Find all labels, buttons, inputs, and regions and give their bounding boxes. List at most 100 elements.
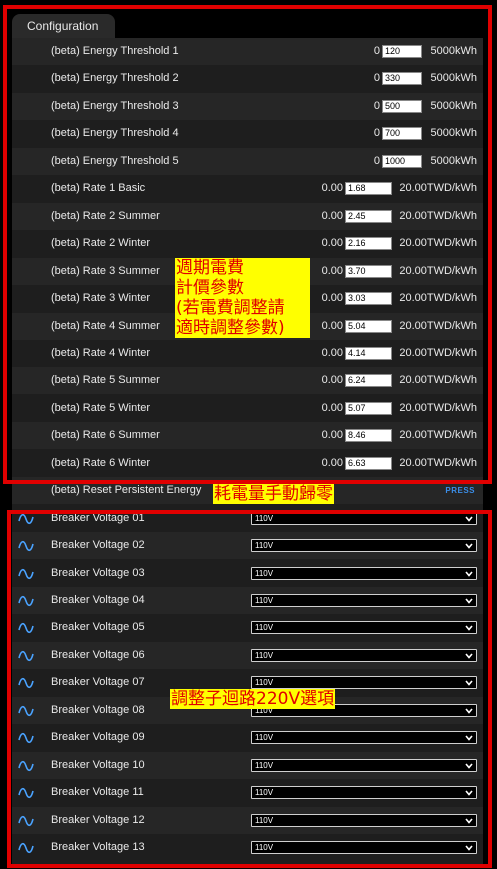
sine-wave-icon bbox=[18, 650, 34, 661]
rate-input[interactable]: 3.70 bbox=[345, 264, 392, 278]
setting-label: (beta) Rate 2 Summer bbox=[51, 209, 160, 222]
breaker-row: Breaker Voltage 11 110V bbox=[12, 779, 483, 806]
sine-wave-icon bbox=[18, 733, 34, 744]
chevron-down-icon bbox=[465, 543, 473, 549]
chevron-down-icon bbox=[465, 708, 473, 714]
setting-label: Breaker Voltage 06 bbox=[51, 648, 145, 661]
max-value: 20.00TWD/kWh bbox=[399, 429, 477, 442]
selected-value: 110V bbox=[255, 596, 274, 605]
sine-wave-icon bbox=[18, 595, 34, 607]
rates-annotation-line: 週期電費 bbox=[176, 258, 244, 278]
setting-label: Breaker Voltage 02 bbox=[51, 539, 145, 552]
setting-label: (beta) Energy Threshold 1 bbox=[51, 45, 179, 57]
setting-label: Breaker Voltage 01 bbox=[51, 511, 145, 524]
sine-wave-icon bbox=[18, 623, 34, 634]
breaker-voltage-select[interactable]: 110V bbox=[251, 841, 477, 855]
chevron-down-icon bbox=[465, 790, 473, 796]
breaker-voltage-select[interactable]: 110V bbox=[251, 813, 477, 827]
min-value: 0.00 bbox=[321, 374, 343, 387]
tab-configuration[interactable]: Configuration bbox=[12, 14, 115, 38]
rate-row: (beta) Rate 2 Summer 0.00 2.45 20.00TWD/kWh bbox=[12, 202, 483, 230]
chevron-down-icon bbox=[465, 625, 473, 632]
breaker-voltage-select[interactable]: 110V bbox=[251, 676, 477, 690]
breaker-voltage-select[interactable]: 110V bbox=[251, 648, 477, 662]
breaker-row: Breaker Voltage 13 110V bbox=[12, 834, 483, 861]
breaker-voltage-select[interactable]: 110V bbox=[251, 731, 477, 745]
max-value: 5000kWh bbox=[430, 154, 477, 167]
sine-wave-icon bbox=[18, 541, 34, 552]
setting-label: Breaker Voltage 05 bbox=[51, 621, 145, 634]
threshold-input[interactable]: 700 bbox=[382, 127, 422, 141]
sine-wave-icon bbox=[18, 568, 34, 579]
chevron-down-icon bbox=[465, 571, 473, 577]
rate-input[interactable]: 8.46 bbox=[345, 429, 392, 443]
max-value: 20.00TWD/kWh bbox=[399, 346, 477, 359]
threshold-row: (beta) Energy Threshold 1 0 120 5000kWh bbox=[12, 38, 483, 65]
setting-label: (beta) Rate 5 Summer bbox=[51, 374, 160, 387]
setting-label: (beta) Rate 4 Winter bbox=[51, 346, 151, 359]
max-value: 20.00TWD/kWh bbox=[399, 292, 477, 305]
rates-annotation: 週期電費 計價參數 (若電費調整請 適時調整參數) bbox=[175, 258, 310, 338]
setting-label: (beta) Rate 1 Basic bbox=[51, 182, 146, 195]
sine-wave-icon bbox=[18, 815, 34, 826]
rate-input[interactable]: 1.68 bbox=[345, 182, 392, 196]
setting-label: (beta) Energy Threshold 2 bbox=[51, 72, 179, 85]
sine-wave-icon bbox=[18, 760, 34, 771]
threshold-row: (beta) Energy Threshold 2 0 330 5000kWh bbox=[12, 65, 483, 92]
breaker-row: Breaker Voltage 09 110V bbox=[12, 724, 483, 751]
breaker-row: Breaker Voltage 01 110V bbox=[12, 505, 483, 532]
max-value: 20.00TWD/kWh bbox=[399, 209, 477, 222]
max-value: 5000kWh bbox=[430, 45, 477, 57]
min-value: 0.00 bbox=[321, 401, 343, 414]
setting-label: (beta) Rate 5 Winter bbox=[51, 401, 151, 414]
rate-input[interactable]: 4.14 bbox=[345, 346, 392, 360]
breaker-annotation: 調整子迴路220V選項 bbox=[170, 689, 336, 709]
rate-input[interactable]: 6.63 bbox=[345, 456, 392, 470]
max-value: 20.00TWD/kWh bbox=[399, 374, 477, 387]
min-value: 0.00 bbox=[321, 182, 343, 195]
sine-wave-icon bbox=[18, 788, 34, 799]
breaker-voltage-select[interactable]: 110V bbox=[251, 511, 477, 525]
chevron-down-icon bbox=[465, 763, 473, 769]
rate-input[interactable]: 2.45 bbox=[345, 209, 392, 223]
rate-input[interactable]: 3.03 bbox=[345, 292, 392, 306]
chevron-down-icon bbox=[465, 845, 473, 851]
threshold-input[interactable]: 500 bbox=[382, 99, 422, 113]
selected-value: 110V bbox=[255, 541, 274, 551]
max-value: 20.00TWD/kWh bbox=[399, 182, 477, 195]
breaker-voltage-select[interactable]: 110V bbox=[251, 594, 477, 607]
min-value: 0.00 bbox=[321, 264, 343, 277]
rates-annotation-line: 適時調整參數) bbox=[176, 318, 285, 338]
max-value: 5000kWh bbox=[430, 127, 477, 140]
breaker-row: Breaker Voltage 03 110V bbox=[12, 560, 483, 587]
breaker-voltage-select[interactable]: 110V bbox=[251, 786, 477, 800]
threshold-input[interactable]: 330 bbox=[382, 72, 422, 86]
rates-annotation-line: 計價參數 bbox=[176, 278, 244, 298]
min-value: 0.00 bbox=[321, 237, 343, 250]
selected-value: 110V bbox=[255, 513, 274, 523]
breaker-voltage-select[interactable]: 110V bbox=[251, 539, 477, 553]
threshold-row: (beta) Energy Threshold 4 0 700 5000kWh bbox=[12, 120, 483, 147]
selected-value: 110V bbox=[255, 760, 274, 770]
selected-value: 110V bbox=[255, 623, 274, 633]
setting-label: (beta) Energy Threshold 3 bbox=[51, 99, 179, 112]
sine-wave-icon bbox=[18, 842, 34, 854]
rate-input[interactable]: 6.24 bbox=[345, 374, 392, 388]
chevron-down-icon bbox=[465, 680, 473, 687]
max-value: 20.00TWD/kWh bbox=[399, 237, 477, 250]
rates-annotation-line: (若電費調整請 bbox=[176, 298, 285, 318]
breaker-voltage-select[interactable]: 110V bbox=[251, 758, 477, 772]
threshold-input[interactable]: 120 bbox=[382, 45, 422, 58]
threshold-input[interactable]: 1000 bbox=[382, 154, 422, 168]
selected-value: 110V bbox=[255, 788, 274, 798]
breaker-voltage-select[interactable]: 110V bbox=[251, 621, 477, 635]
sine-wave-icon bbox=[18, 513, 34, 524]
selected-value: 110V bbox=[255, 733, 274, 743]
rate-input[interactable]: 2.16 bbox=[345, 237, 392, 251]
rate-input[interactable]: 5.04 bbox=[345, 319, 392, 333]
breaker-voltage-select[interactable]: 110V bbox=[251, 566, 477, 580]
min-value: 0.00 bbox=[321, 429, 343, 442]
rate-input[interactable]: 5.07 bbox=[345, 401, 392, 415]
press-button[interactable]: PRESS bbox=[445, 477, 475, 504]
setting-label: (beta) Rate 2 Winter bbox=[51, 237, 151, 250]
